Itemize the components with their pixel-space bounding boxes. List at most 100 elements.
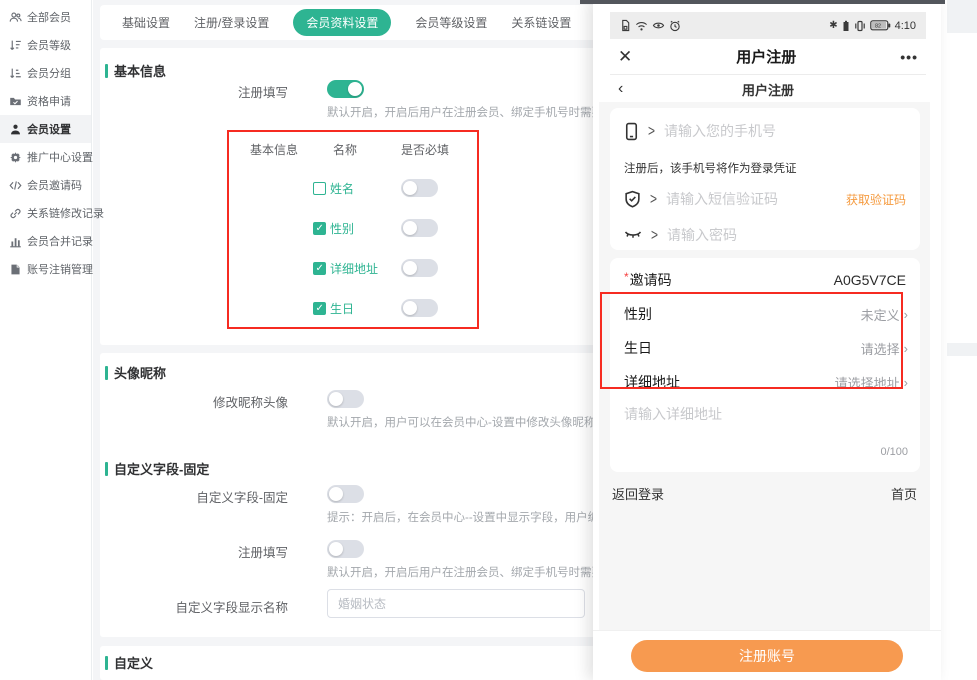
sort-groups-icon bbox=[9, 67, 22, 80]
status-right-icons: ✱ 82 4:10 bbox=[829, 20, 916, 32]
custom-fixed-toggle[interactable] bbox=[327, 485, 364, 503]
chevron-right-icon: › bbox=[904, 341, 908, 356]
sidebar-item-label: 会员分组 bbox=[27, 65, 71, 81]
password-placeholder: 请输入密码 bbox=[667, 225, 737, 245]
sms-code-field[interactable]: > 请输入短信验证码 获取验证码 bbox=[624, 189, 906, 209]
checkbox-gender[interactable] bbox=[313, 222, 326, 235]
table-row: 姓名 bbox=[313, 180, 354, 197]
app-root: 全部会员 会员等级 会员分组 资格申请 会员设置 推广中心设置 会员邀请码 关 bbox=[0, 0, 977, 680]
invite-code-label: *邀请码 bbox=[624, 270, 672, 290]
birthday-picker[interactable]: 生日 请选择› bbox=[624, 336, 908, 360]
tab-basic-settings[interactable]: 基础设置 bbox=[122, 14, 170, 31]
sidebar-item-member-invite-code[interactable]: 会员邀请码 bbox=[0, 171, 91, 199]
address-value: 请选择地址 bbox=[835, 373, 900, 392]
required-toggle-birthday[interactable] bbox=[401, 299, 438, 317]
sim-card-icon bbox=[620, 19, 631, 32]
back-to-login-link[interactable]: 返回登录 bbox=[612, 484, 664, 503]
phone-nav-bar: ‹ 用户注册 bbox=[610, 76, 926, 102]
display-name-input[interactable] bbox=[327, 589, 585, 618]
table-row: 详细地址 bbox=[313, 260, 378, 277]
more-menu-icon[interactable]: ••• bbox=[900, 49, 918, 65]
vibrate-icon bbox=[854, 20, 866, 32]
sidebar-item-member-settings[interactable]: 会员设置 bbox=[0, 115, 91, 143]
required-toggle-name[interactable] bbox=[401, 179, 438, 197]
modal-top-edge bbox=[580, 0, 945, 4]
field-name-label: 生日 bbox=[330, 300, 354, 317]
gear-icon bbox=[9, 151, 22, 164]
sort-levels-icon bbox=[9, 39, 22, 52]
back-icon[interactable]: ‹ bbox=[618, 81, 623, 97]
chevron-right-icon: › bbox=[904, 307, 908, 322]
address-textarea-placeholder[interactable]: 请输入详细地址 bbox=[624, 404, 722, 424]
field-name-label: 详细地址 bbox=[330, 260, 378, 277]
sidebar-item-label: 会员设置 bbox=[27, 121, 71, 137]
checkbox-address[interactable] bbox=[313, 262, 326, 275]
checkbox-birthday[interactable] bbox=[313, 302, 326, 315]
sidebar-item-label: 账号注销管理 bbox=[27, 261, 93, 277]
register-fill-label: 注册填写 bbox=[93, 82, 288, 101]
shield-check-icon bbox=[624, 190, 641, 208]
table-row: 生日 bbox=[313, 300, 354, 317]
status-time: 4:10 bbox=[895, 20, 916, 32]
custom-fixed-label: 自定义字段-固定 bbox=[93, 487, 288, 506]
field-name-label: 性别 bbox=[330, 220, 354, 237]
required-toggle-gender[interactable] bbox=[401, 219, 438, 237]
get-sms-code-button[interactable]: 获取验证码 bbox=[846, 191, 906, 208]
sidebar-item-relation-chain-log[interactable]: 关系链修改记录 bbox=[0, 199, 91, 227]
modify-nickname-avatar-toggle[interactable] bbox=[327, 390, 364, 408]
table-header-basic-info: 基本信息 bbox=[250, 141, 298, 158]
section-bar bbox=[105, 64, 108, 78]
chevron-right-icon: › bbox=[904, 375, 908, 390]
background-block bbox=[947, 0, 977, 33]
sidebar-item-member-groups[interactable]: 会员分组 bbox=[0, 59, 91, 87]
gender-picker[interactable]: 性别 未定义› bbox=[624, 302, 908, 326]
sidebar-item-label: 会员邀请码 bbox=[27, 177, 82, 193]
link-icon bbox=[9, 207, 22, 220]
sidebar-item-member-merge-log[interactable]: 会员合并记录 bbox=[0, 227, 91, 255]
display-name-label: 自定义字段显示名称 bbox=[93, 597, 288, 616]
required-toggle-address[interactable] bbox=[401, 259, 438, 277]
custom-register-fill-toggle[interactable] bbox=[327, 540, 364, 558]
required-mark: * bbox=[624, 270, 629, 284]
bluetooth-icon: ✱ bbox=[829, 20, 837, 31]
custom-register-fill-label: 注册填写 bbox=[93, 542, 288, 561]
chevron-icon: > bbox=[651, 226, 658, 244]
register-account-button[interactable]: 注册账号 bbox=[631, 640, 903, 672]
phone-footer: 注册账号 bbox=[593, 630, 941, 678]
phone-body: > 请输入您的手机号 注册后，该手机号将作为登录凭证 > 请输入短信验证码 获取… bbox=[599, 102, 930, 630]
alarm-clock-icon bbox=[669, 20, 681, 32]
sidebar-item-all-members[interactable]: 全部会员 bbox=[0, 3, 91, 31]
sidebar-item-member-levels[interactable]: 会员等级 bbox=[0, 31, 91, 59]
sidebar-item-account-cancel-manage[interactable]: 账号注销管理 bbox=[0, 255, 91, 283]
sidebar-item-label: 推广中心设置 bbox=[27, 149, 93, 165]
checkbox-name[interactable] bbox=[313, 182, 326, 195]
nav-title: 用户注册 bbox=[742, 80, 794, 99]
close-icon[interactable]: ✕ bbox=[618, 47, 632, 67]
users-icon bbox=[9, 11, 22, 24]
file-icon bbox=[9, 263, 22, 276]
phone-preview-modal: ✱ 82 4:10 ✕ 用户注册 ••• ‹ 用户注册 > 请输入您的手机号 bbox=[593, 0, 941, 680]
chevron-icon: > bbox=[650, 190, 657, 208]
code-icon bbox=[9, 179, 22, 192]
char-counter: 0/100 bbox=[880, 446, 908, 458]
section-title-custom-fixed: 自定义字段-固定 bbox=[105, 459, 209, 478]
tab-register-login-settings[interactable]: 注册/登录设置 bbox=[194, 14, 269, 31]
sidebar-item-promotion-center-settings[interactable]: 推广中心设置 bbox=[0, 143, 91, 171]
sidebar-item-label: 会员合并记录 bbox=[27, 233, 93, 249]
tab-member-profile-settings[interactable]: 会员资料设置 bbox=[293, 9, 391, 36]
address-picker[interactable]: 详细地址 请选择地址› bbox=[624, 370, 908, 394]
password-field[interactable]: > 请输入密码 bbox=[624, 225, 906, 245]
section-bar bbox=[105, 366, 108, 380]
tab-relation-chain-settings[interactable]: 关系链设置 bbox=[511, 14, 571, 31]
tab-member-level-settings[interactable]: 会员等级设置 bbox=[415, 14, 487, 31]
bar-chart-icon bbox=[9, 235, 22, 248]
invite-code-value: A0G5V7CE bbox=[834, 272, 906, 288]
sidebar-item-qualification-apply[interactable]: 资格申请 bbox=[0, 87, 91, 115]
home-link[interactable]: 首页 bbox=[891, 484, 917, 503]
eye-closed-icon bbox=[624, 228, 642, 242]
gender-value: 未定义 bbox=[861, 305, 900, 324]
sidebar: 全部会员 会员等级 会员分组 资格申请 会员设置 推广中心设置 会员邀请码 关 bbox=[0, 0, 92, 680]
register-fill-toggle[interactable] bbox=[327, 80, 364, 98]
svg-text:82: 82 bbox=[875, 24, 881, 30]
mobile-field[interactable]: > 请输入您的手机号 bbox=[624, 121, 906, 141]
